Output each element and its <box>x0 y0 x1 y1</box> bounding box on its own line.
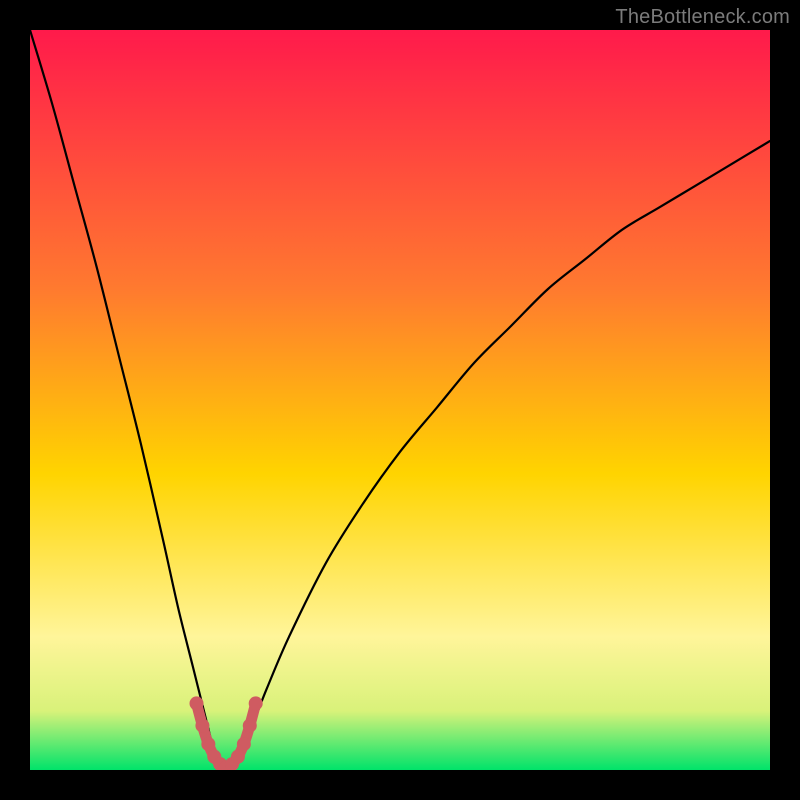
minimum-marker-dot <box>249 696 263 710</box>
chart-frame: TheBottleneck.com <box>0 0 800 800</box>
watermark-text: TheBottleneck.com <box>615 6 790 29</box>
bottleneck-chart <box>30 30 770 770</box>
minimum-marker-dot <box>243 719 257 733</box>
minimum-marker-dot <box>190 696 204 710</box>
minimum-marker-dot <box>237 737 251 751</box>
gradient-background <box>30 30 770 770</box>
minimum-marker-dot <box>195 719 209 733</box>
minimum-marker-dot <box>201 737 215 751</box>
minimum-marker-dot <box>231 750 245 764</box>
plot-area <box>30 30 770 770</box>
